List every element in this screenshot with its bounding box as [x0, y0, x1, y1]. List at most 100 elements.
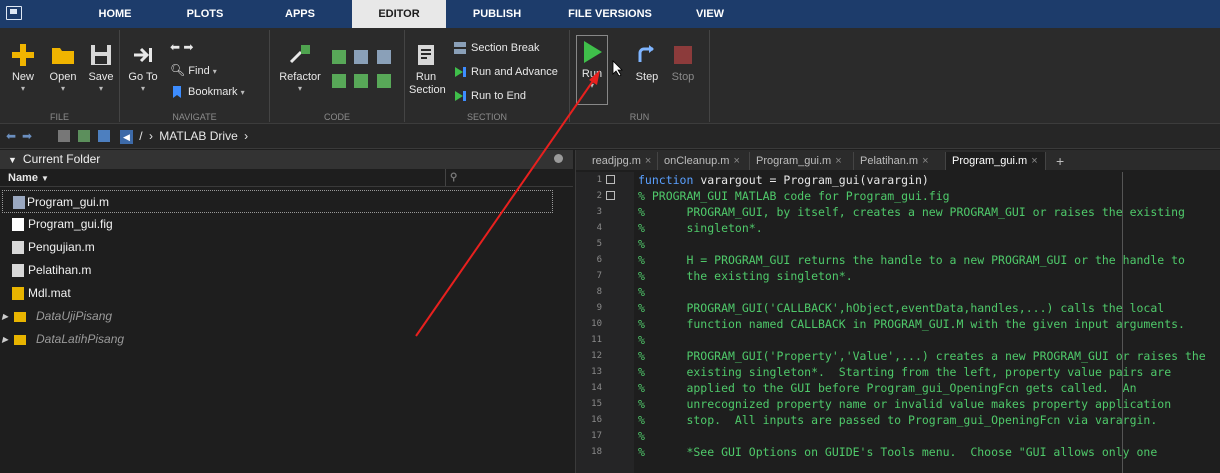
goto-label: Go To — [128, 71, 158, 83]
file-item[interactable]: Pelatihan.m — [0, 259, 573, 282]
run-and-advance-button[interactable]: Run and Advance — [453, 64, 558, 80]
fold-toggle-icon[interactable] — [606, 191, 615, 200]
breadcrumb-chevron-icon: › — [148, 129, 153, 143]
close-icon[interactable]: × — [733, 155, 739, 167]
tab-home[interactable]: HOME — [80, 0, 150, 28]
run-section-button[interactable]: Run Section — [409, 42, 446, 97]
browse-folder-icon[interactable] — [78, 130, 90, 142]
code-comment: % existing singleton*. Starting from the… — [638, 365, 1172, 379]
code-comment: % stop. All inputs are passed to Program… — [638, 413, 1158, 427]
expand-triangle-icon[interactable]: ▶ — [2, 328, 8, 351]
breadcrumb[interactable]: ◀ / › MATLAB Drive › — [120, 128, 248, 145]
editor-tab[interactable]: onCleanup.m × — [658, 152, 750, 170]
run-section-icon — [418, 45, 434, 65]
run-and-advance-label: Run and Advance — [471, 66, 558, 78]
name-column-header[interactable]: Name ▼ ⚲ — [0, 169, 573, 187]
editor-tab[interactable]: Pelatihan.m × — [854, 152, 946, 170]
smart-indent-icon[interactable] — [332, 74, 346, 88]
editor-tab-label: onCleanup.m — [664, 155, 730, 167]
run-to-end-button[interactable]: Run to End — [453, 88, 526, 104]
search-folder-icon[interactable] — [98, 130, 110, 142]
editor-tab[interactable]: readjpg.m × — [586, 152, 658, 170]
tab-publish[interactable]: PUBLISH — [462, 0, 532, 28]
run-button[interactable]: Run ▾ — [576, 35, 608, 105]
code-keyword: function — [638, 173, 694, 187]
tab-plots[interactable]: PLOTS — [170, 0, 240, 28]
refactor-icon — [289, 45, 310, 64]
line-number: 3 — [596, 207, 602, 217]
code-line: % singleton*. — [638, 220, 763, 236]
code-line: % existing singleton*. Starting from the… — [638, 364, 1171, 380]
stop-button[interactable]: Stop — [668, 42, 698, 84]
tab-apps[interactable]: APPS — [265, 0, 335, 28]
file-item[interactable]: Mdl.mat — [0, 282, 573, 305]
folder-item[interactable]: ▶ DataUjiPisang — [0, 305, 573, 328]
decrease-indent-icon[interactable] — [354, 74, 369, 88]
run-group-label: RUN — [629, 112, 650, 122]
back-forward-icons[interactable]: ⬅ ➡ — [170, 40, 193, 54]
tree-toggle-icon[interactable]: ⚲ — [450, 169, 457, 187]
breadcrumb-matlab-drive[interactable]: MATLAB Drive — [159, 129, 237, 143]
bookmark-button[interactable]: Bookmark ▾ — [170, 84, 245, 100]
uncomment-icon[interactable] — [354, 50, 369, 64]
code-comment: % applied to the GUI before Program_gui_… — [638, 381, 1137, 395]
file-item[interactable]: Pengujian.m — [0, 236, 573, 259]
file-name: Pengujian.m — [28, 240, 95, 254]
tab-editor[interactable]: EDITOR — [352, 0, 446, 28]
panel-options-icon[interactable] — [554, 154, 563, 163]
open-button[interactable]: Open ▾ — [46, 42, 80, 94]
editor-tab-label: Program_gui.m — [756, 155, 832, 167]
fold-toggle-icon[interactable] — [606, 175, 615, 184]
run-section-label: Run Section — [409, 71, 446, 96]
editor-tab[interactable]: Program_gui.m × — [946, 152, 1046, 170]
toolstrip-tab-bar: HOME PLOTS APPS EDITOR PUBLISH FILE VERS… — [0, 0, 1220, 28]
section-break-button[interactable]: Section Break — [453, 40, 539, 56]
back-arrow-icon[interactable]: ⬅ — [6, 129, 16, 143]
file-name: Pelatihan.m — [28, 263, 92, 277]
folder-open-icon — [52, 48, 74, 64]
close-icon[interactable]: × — [1031, 155, 1037, 167]
file-name: DataUjiPisang — [36, 309, 113, 323]
home-arrow-icon[interactable]: ◀ — [120, 130, 133, 144]
line-number: 1 — [596, 175, 602, 185]
code-comment: % the existing singleton*. — [638, 269, 853, 283]
navigate-group: Go To ▾ ⬅ ➡ 🔍︎ Find ▾ Bookmark ▾ NAVIGAT… — [120, 30, 270, 122]
new-button[interactable]: New ▾ — [8, 42, 38, 94]
run-label: Run — [581, 68, 603, 80]
up-folder-icon[interactable] — [58, 130, 70, 142]
line-number: 8 — [596, 287, 602, 297]
code-line: % unrecognized property name or invalid … — [638, 396, 1171, 412]
comment-icon[interactable] — [332, 50, 346, 64]
code-area[interactable]: function varargout = Program_gui(varargi… — [638, 172, 1220, 473]
file-item[interactable]: Program_gui.m — [2, 190, 553, 213]
name-column-label: Name — [8, 172, 38, 184]
new-label: New — [11, 71, 34, 83]
code-line: % — [638, 332, 645, 348]
increase-indent-icon[interactable] — [376, 74, 391, 88]
section-group: Run Section Section Break Run and Advanc… — [405, 30, 570, 122]
forward-arrow-icon[interactable]: ➡ — [22, 129, 32, 143]
tab-file-versions[interactable]: FILE VERSIONS — [560, 0, 660, 28]
goto-button[interactable]: Go To ▾ — [126, 42, 160, 94]
step-button[interactable]: Step — [632, 42, 662, 84]
collapse-triangle-icon[interactable]: ▼ — [8, 155, 17, 165]
matlab-window-icon[interactable] — [6, 6, 22, 20]
line-number: 10 — [591, 319, 602, 329]
find-button[interactable]: 🔍︎ Find ▾ — [170, 62, 217, 78]
wrap-comments-icon[interactable] — [376, 50, 391, 64]
save-button[interactable]: Save ▾ — [86, 42, 116, 94]
file-item[interactable]: Program_gui.fig — [0, 213, 573, 236]
stop-icon — [674, 46, 692, 64]
close-icon[interactable]: × — [835, 155, 841, 167]
section-break-icon — [454, 42, 466, 55]
close-icon[interactable]: × — [922, 155, 928, 167]
editor-tab[interactable]: Program_gui.m × — [750, 152, 854, 170]
code-comment: % PROGRAM_GUI MATLAB code for Program_gu… — [638, 189, 950, 203]
close-icon[interactable]: × — [645, 155, 651, 167]
folder-item[interactable]: ▶ DataLatihPisang — [0, 328, 573, 351]
tab-view[interactable]: VIEW — [685, 0, 735, 28]
code-line: % PROGRAM_GUI('Property','Value',...) cr… — [638, 348, 1206, 364]
expand-triangle-icon[interactable]: ▶ — [2, 305, 8, 328]
add-tab-button[interactable]: + — [1050, 152, 1064, 170]
refactor-button[interactable]: Refactor ▾ — [278, 42, 322, 94]
